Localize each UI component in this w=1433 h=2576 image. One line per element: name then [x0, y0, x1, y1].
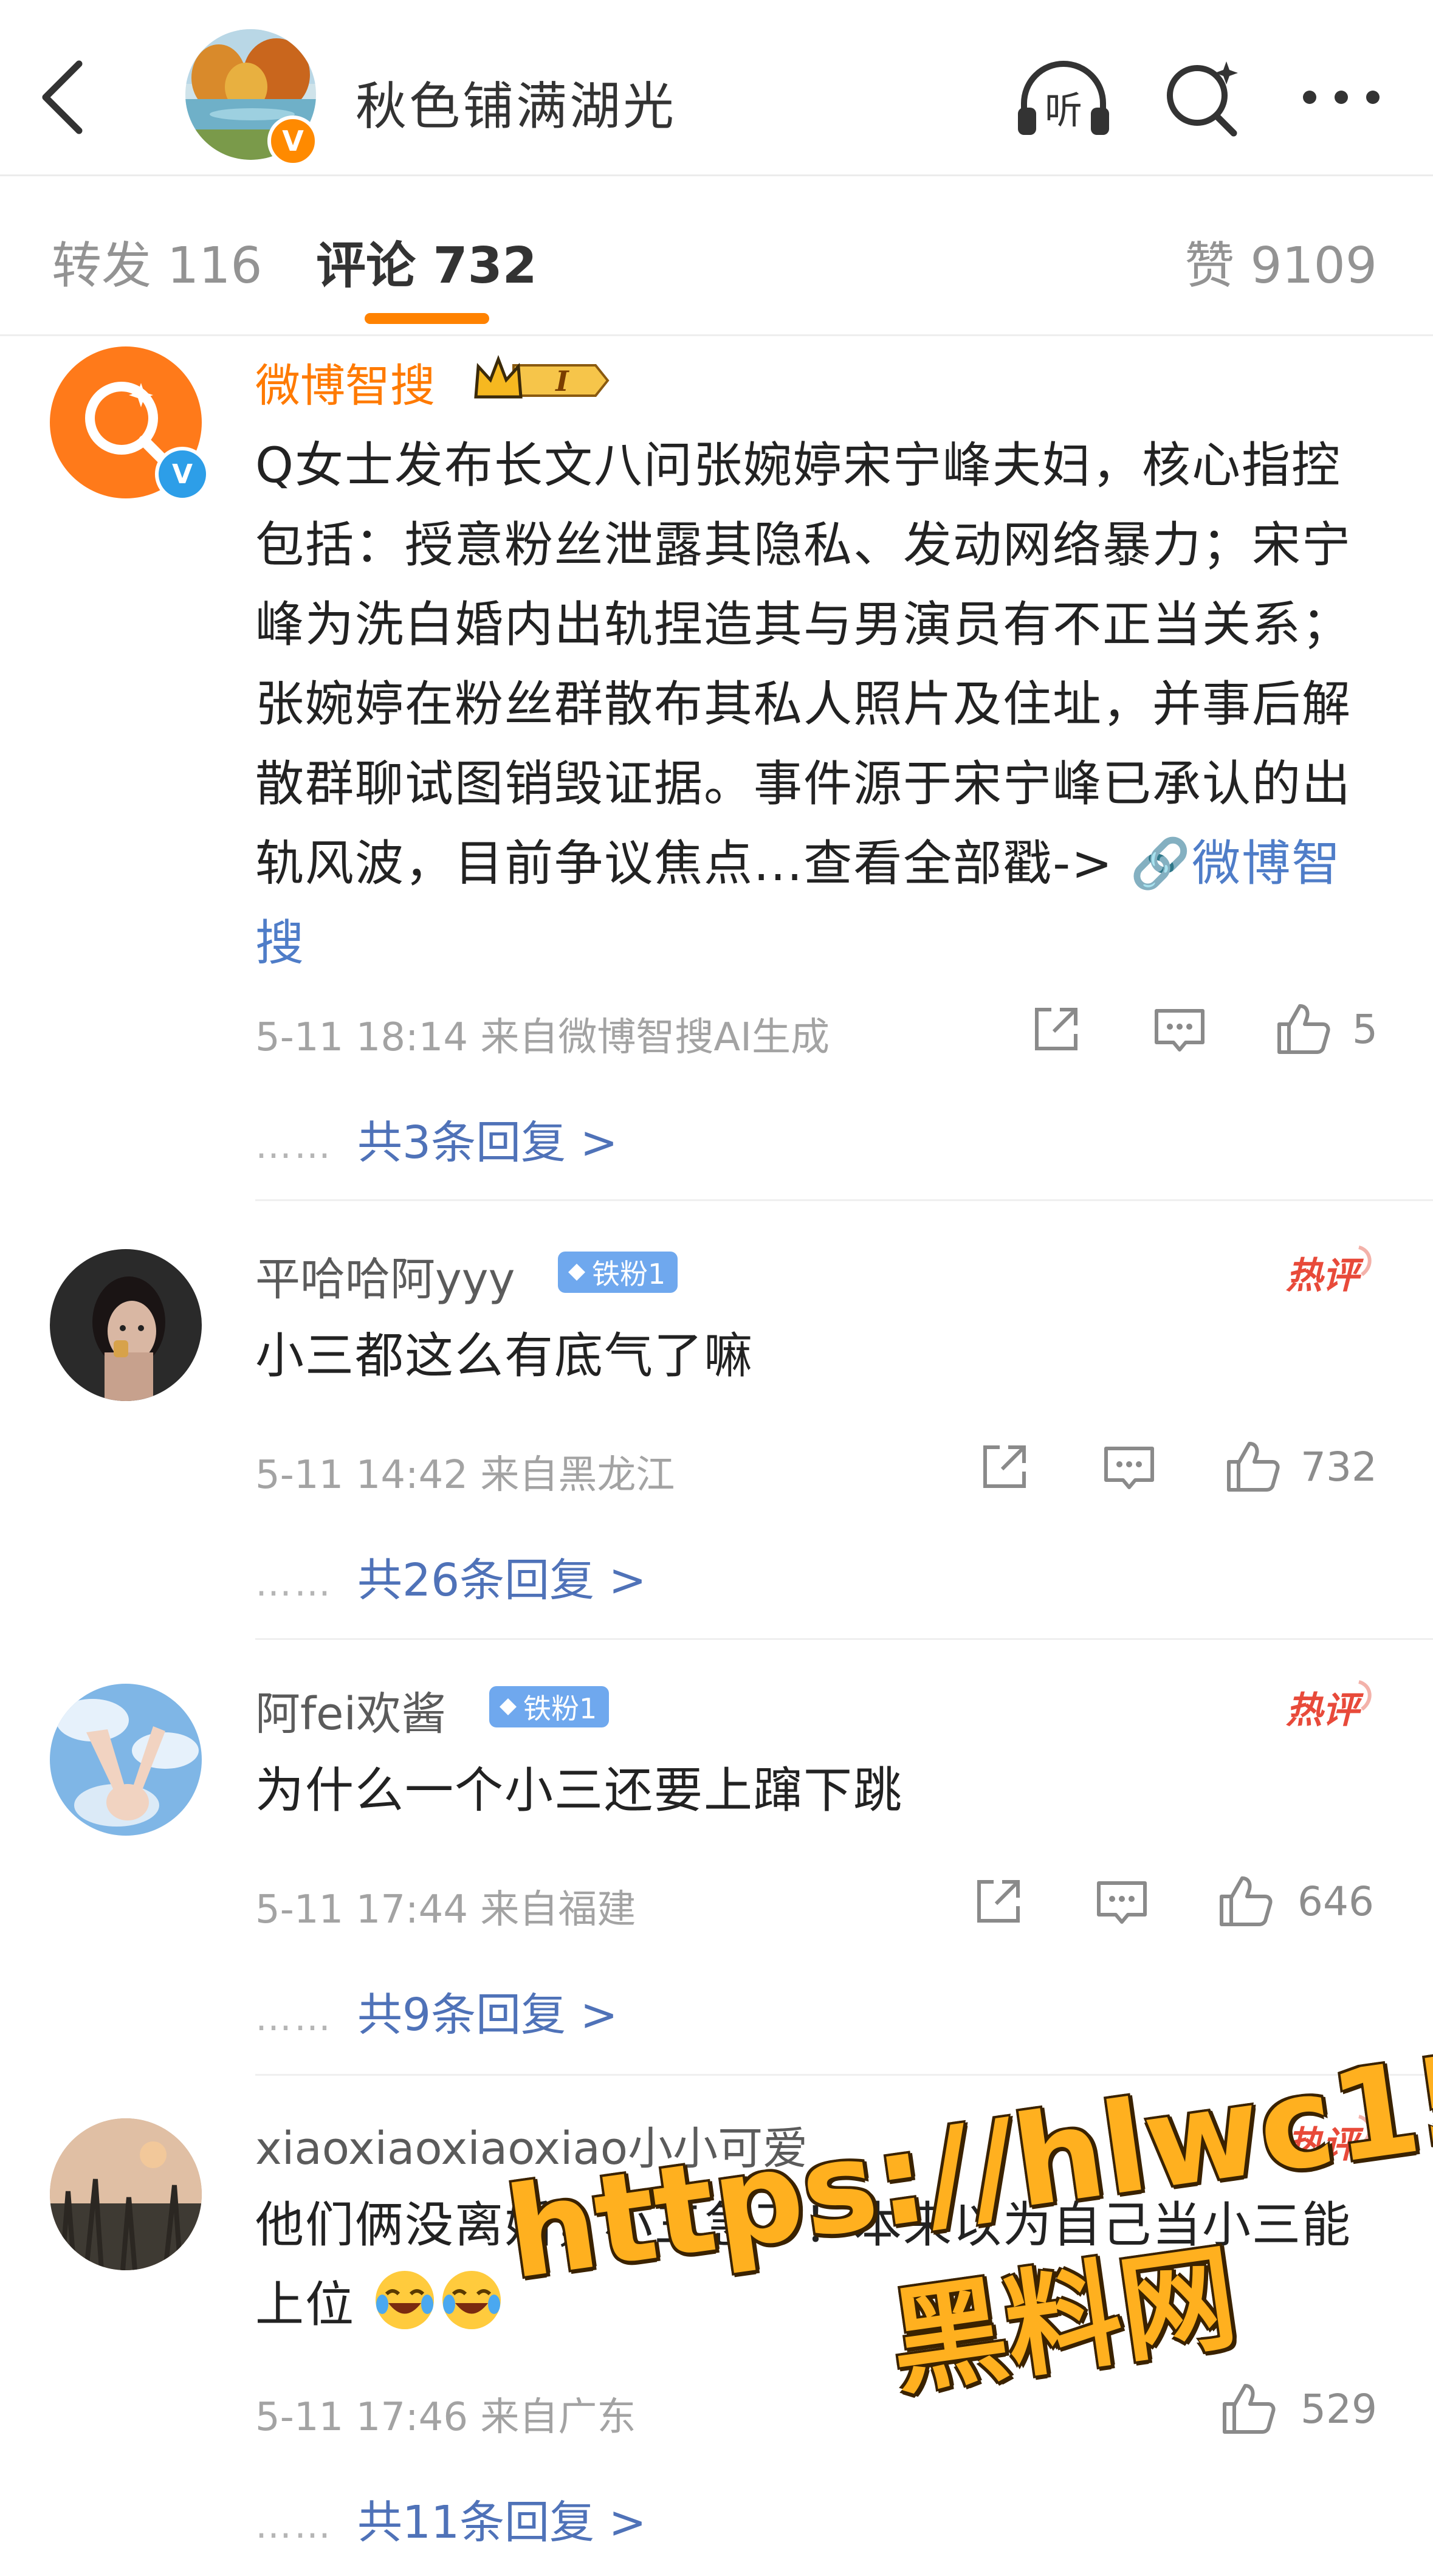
reply-dots: …… [255, 1997, 333, 2039]
comment-text: 小三都这么有底气了嘛 [255, 1328, 754, 1384]
commenter-avatar[interactable] [50, 1684, 202, 1836]
comment-reply-icon[interactable] [1093, 1872, 1151, 1930]
fan-badge-label: 铁粉1 [592, 1258, 666, 1290]
search-sparkle-icon[interactable] [1161, 58, 1243, 140]
back-arrow-icon[interactable] [36, 58, 91, 137]
tab-likes[interactable]: 赞 9109 [1184, 225, 1377, 297]
comment-reply-icon[interactable] [1100, 1438, 1158, 1496]
view-replies-link[interactable]: …… 共26条回复 > [255, 1544, 647, 1609]
commenter-name[interactable]: 平哈哈阿yyy [255, 1243, 515, 1308]
iron-fan-badge: 铁粉1 [558, 1252, 678, 1293]
commenter-name[interactable]: 微博智搜 [255, 350, 435, 415]
diamond-icon [568, 1264, 585, 1281]
comment-meta: 5-11 17:44 来自福建 [255, 1887, 636, 1932]
laughing-tears-emoji-icon [442, 2271, 501, 2329]
tab-reposts[interactable]: 转发 116 [52, 225, 263, 297]
hot-badge-label: 热评 [1286, 1255, 1364, 1297]
listen-label: 听 [1045, 88, 1082, 133]
hot-comment-badge-icon: 热评 [1286, 1680, 1372, 1732]
comment-item: 平哈哈阿yyy 铁粉1 热评 小三都这么有底气了嘛 5-11 14:42 来自黑… [0, 1207, 1433, 1641]
comment-reply-icon[interactable] [1150, 1000, 1209, 1058]
replies-count[interactable]: 共3条回复 > [357, 1117, 618, 1169]
like-thumb-icon[interactable] [1273, 1000, 1332, 1058]
comment-text: 为什么一个小三还要上蹿下跳 [255, 1762, 903, 1819]
reply-dots: …… [255, 1124, 333, 1167]
share-icon[interactable] [1027, 1000, 1085, 1058]
tab-bar: 转发 116 评论 732 赞 9109 [0, 176, 1433, 336]
like-count: 732 [1301, 1444, 1377, 1490]
verified-badge-icon: V [155, 447, 210, 501]
comment-meta: 5-11 14:42 来自黑龙江 [255, 1453, 675, 1498]
comment-item: V 微博智搜 I Q女士发布长文八问张婉婷宋宁峰夫妇，核心指控包括：授意粉丝泄露… [0, 337, 1433, 1201]
like-count: 529 [1301, 2386, 1377, 2433]
level-badge-label: I [554, 365, 569, 398]
diamond-icon [500, 1698, 517, 1715]
view-replies-link[interactable]: …… 共3条回复 > [255, 1106, 618, 1171]
share-icon[interactable] [969, 1872, 1028, 1930]
commenter-avatar[interactable] [50, 1249, 202, 1401]
like-thumb-icon[interactable] [1223, 1438, 1281, 1496]
top-bar: V 秋色铺满湖光 听 [0, 0, 1433, 176]
more-options-icon[interactable] [1297, 85, 1386, 109]
commenter-name[interactable]: 阿fei欢酱 [255, 1678, 446, 1743]
replies-count[interactable]: 共26条回复 > [357, 1554, 647, 1607]
share-icon[interactable] [975, 1438, 1034, 1496]
comment-text: Q女士发布长文八问张婉婷宋宁峰夫妇，核心指控包括：授意粉丝泄露其隐私、发动网络暴… [255, 425, 1361, 983]
divider [255, 1638, 1433, 1640]
active-tab-indicator [365, 313, 489, 324]
tab-comments[interactable]: 评论 732 [316, 225, 537, 297]
divider [255, 1199, 1433, 1201]
hot-badge-label: 热评 [1286, 1689, 1364, 1732]
view-replies-link[interactable]: …… 共9条回复 > [255, 1978, 618, 2044]
reply-dots: …… [255, 1562, 333, 1605]
reply-dots: …… [255, 2504, 333, 2547]
like-count: 5 [1352, 1006, 1378, 1053]
page-title: 秋色铺满湖光 [356, 77, 677, 136]
view-replies-link[interactable]: …… 共11条回复 > [255, 2486, 647, 2551]
crown-level-badge-icon: I [474, 354, 610, 399]
link-icon[interactable]: 🔗 [1113, 835, 1192, 892]
hot-comment-badge-icon: 热评 [1286, 1245, 1372, 1297]
replies-count[interactable]: 共9条回复 > [357, 1989, 618, 2041]
comment-body: Q女士发布长文八问张婉婷宋宁峰夫妇，核心指控包括：授意粉丝泄露其隐私、发动网络暴… [255, 437, 1352, 892]
like-thumb-icon[interactable] [1215, 1872, 1274, 1930]
listen-headphones-icon[interactable]: 听 [1012, 58, 1115, 140]
fan-badge-label: 铁粉1 [523, 1692, 597, 1725]
replies-count[interactable]: 共11条回复 > [357, 2496, 647, 2549]
comment-item: 阿fei欢酱 铁粉1 热评 为什么一个小三还要上蹿下跳 5-11 17:44 来… [0, 1641, 1433, 2076]
comment-meta: 5-11 18:14 来自微博智搜AI生成 [255, 1015, 830, 1060]
commenter-avatar[interactable] [50, 2118, 202, 2270]
like-count: 646 [1297, 1878, 1374, 1925]
verified-badge-icon: V [267, 115, 318, 167]
iron-fan-badge: 铁粉1 [489, 1686, 610, 1727]
laughing-tears-emoji-icon [376, 2271, 435, 2329]
